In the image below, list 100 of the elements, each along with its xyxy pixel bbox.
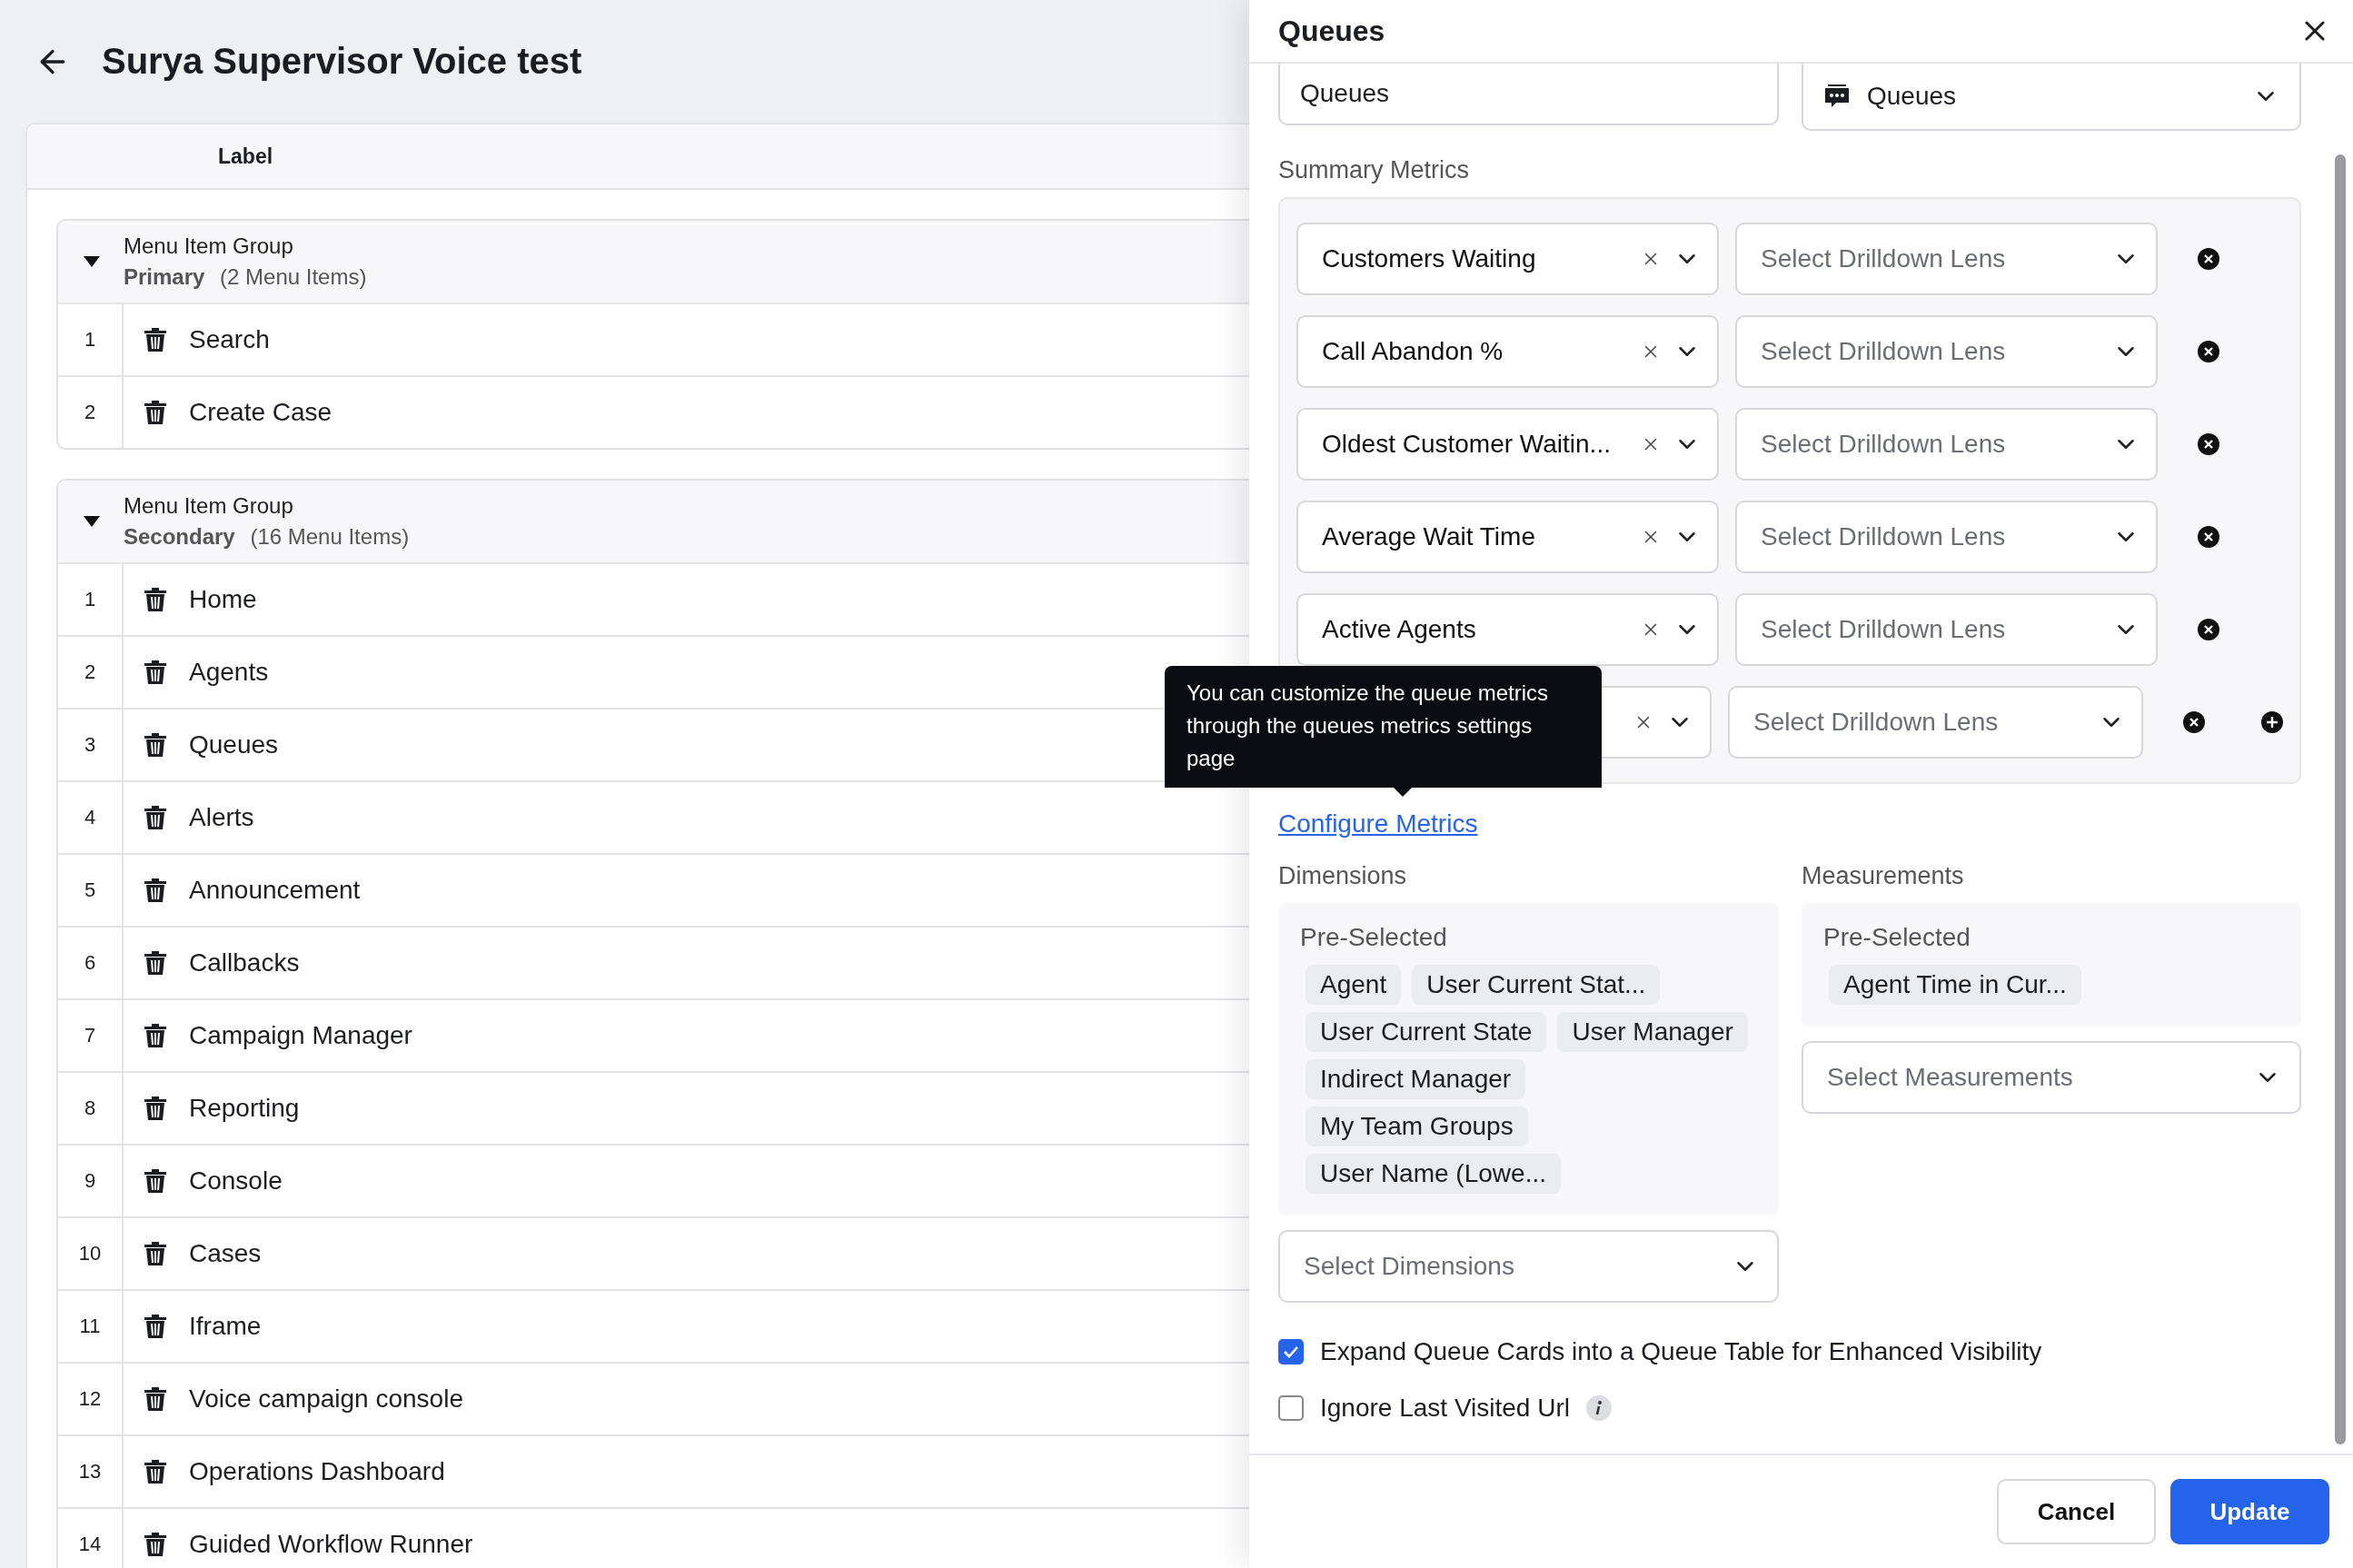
drilldown-select[interactable]: Select Drilldown Lens: [1728, 686, 2143, 759]
section-label: Measurements: [1802, 862, 1965, 890]
trash-icon[interactable]: [144, 878, 167, 903]
remove-icon[interactable]: [2198, 341, 2219, 362]
remove-icon[interactable]: [2183, 711, 2205, 733]
menu-item-label: Create Case: [189, 398, 333, 427]
checkbox[interactable]: [1278, 1339, 1304, 1365]
drawer-title: Queues: [1278, 14, 1385, 48]
trash-icon[interactable]: [144, 1314, 167, 1339]
trash-icon[interactable]: [144, 1459, 167, 1484]
panel-title: Pre-Selected: [1300, 923, 1448, 952]
row-number: 14: [58, 1509, 124, 1568]
row-number: 2: [58, 377, 124, 448]
menu-item-label: Campaign Manager: [189, 1021, 412, 1050]
trash-icon[interactable]: [144, 1241, 167, 1266]
add-icon[interactable]: [2261, 711, 2283, 733]
tag: Agent Time in Cur...: [1829, 965, 2081, 1005]
trash-icon[interactable]: [144, 1532, 167, 1557]
trash-icon[interactable]: [144, 587, 167, 612]
chat-icon: [1823, 84, 1851, 109]
cancel-button[interactable]: Cancel: [1997, 1479, 2156, 1544]
menu-item-label: Home: [189, 585, 257, 614]
column-header: Label: [218, 144, 273, 169]
metric-select[interactable]: Oldest Customer Waitin...: [1296, 408, 1719, 481]
panel-title: Pre-Selected: [1823, 923, 1971, 952]
menu-item-label: Iframe: [189, 1312, 262, 1341]
checkbox-label: Ignore Last Visited Url: [1320, 1394, 1570, 1423]
update-button[interactable]: Update: [2170, 1479, 2329, 1544]
label-input[interactable]: Queues: [1278, 64, 1779, 125]
menu-item-label: Search: [189, 325, 270, 354]
row-number: 3: [58, 710, 124, 780]
menu-item-label: Cases: [189, 1239, 262, 1268]
tag: My Team Groups: [1306, 1107, 1528, 1146]
row-number: 1: [58, 304, 124, 375]
page-title: Surya Supervisor Voice test: [102, 41, 582, 82]
drilldown-select[interactable]: Select Drilldown Lens: [1735, 315, 2158, 388]
trash-icon[interactable]: [144, 660, 167, 685]
group-kind: Menu Item Group: [124, 233, 294, 259]
menu-item-label: Operations Dashboard: [189, 1457, 445, 1486]
menu-item-label: Reporting: [189, 1094, 300, 1123]
row-number: 13: [58, 1436, 124, 1507]
trash-icon[interactable]: [144, 805, 167, 830]
info-icon[interactable]: [1585, 1395, 1612, 1421]
trash-icon[interactable]: [144, 1386, 167, 1412]
menu-item-label: Voice campaign console: [189, 1384, 463, 1414]
metric-select[interactable]: Active Agents: [1296, 593, 1719, 666]
section-label: Dimensions: [1278, 862, 1408, 890]
drilldown-select[interactable]: Select Drilldown Lens: [1735, 408, 2158, 481]
drilldown-select[interactable]: Select Drilldown Lens: [1735, 593, 2158, 666]
remove-icon[interactable]: [2198, 433, 2219, 455]
metric-select[interactable]: Average Wait Time: [1296, 501, 1719, 573]
trash-icon[interactable]: [144, 400, 167, 425]
checkmark-icon: [1283, 1345, 1299, 1358]
metric-select[interactable]: Customers Waiting: [1296, 223, 1719, 295]
trash-icon[interactable]: [144, 950, 167, 976]
row-number: 1: [58, 564, 124, 635]
menu-item-label: Guided Workflow Runner: [189, 1530, 473, 1559]
checkbox[interactable]: [1278, 1395, 1304, 1421]
menu-item-label: Announcement: [189, 876, 361, 905]
configure-metrics-link[interactable]: Configure Metrics: [1278, 809, 1478, 838]
menu-item-label: Alerts: [189, 803, 254, 832]
remove-icon[interactable]: [2198, 526, 2219, 548]
drilldown-select[interactable]: Select Drilldown Lens: [1735, 501, 2158, 573]
remove-icon[interactable]: [2198, 248, 2219, 270]
row-number: 2: [58, 637, 124, 708]
drilldown-select[interactable]: Select Drilldown Lens: [1735, 223, 2158, 295]
group-name: Secondary (16 Menu Items): [124, 524, 410, 550]
tag: Agent: [1306, 965, 1402, 1005]
row-number: 10: [58, 1218, 124, 1289]
scrollbar[interactable]: [2335, 154, 2346, 1444]
row-number: 5: [58, 855, 124, 926]
tag: Indirect Manager: [1306, 1059, 1526, 1099]
tag: User Current State: [1306, 1012, 1547, 1052]
group-name: Primary (2 Menu Items): [124, 264, 367, 290]
trash-icon[interactable]: [144, 732, 167, 758]
trash-icon[interactable]: [144, 327, 167, 352]
select-field[interactable]: Select Dimensions: [1278, 1230, 1779, 1303]
group-kind: Menu Item Group: [124, 493, 294, 519]
tag: User Current Stat...: [1412, 965, 1661, 1005]
remove-icon[interactable]: [2198, 619, 2219, 640]
trash-icon[interactable]: [144, 1023, 167, 1048]
checkbox-label: Expand Queue Cards into a Queue Table for Enhanced Visibility: [1320, 1337, 2042, 1366]
tag: User Name (Lowe...: [1306, 1154, 1561, 1194]
trash-icon[interactable]: [144, 1096, 167, 1121]
row-number: 7: [58, 1000, 124, 1071]
row-number: 12: [58, 1364, 124, 1434]
trash-icon[interactable]: [144, 1168, 167, 1194]
caret-icon[interactable]: [84, 516, 100, 527]
row-number: 6: [58, 928, 124, 998]
tag: User Manager: [1557, 1012, 1748, 1052]
caret-icon[interactable]: [84, 256, 100, 267]
menu-item-label: Console: [189, 1166, 283, 1196]
row-number: 8: [58, 1073, 124, 1144]
select-field[interactable]: Select Measurements: [1802, 1041, 2301, 1114]
row-number: 9: [58, 1146, 124, 1216]
icon-select[interactable]: Queues: [1802, 64, 2301, 131]
menu-item-label: Agents: [189, 658, 269, 687]
metric-select[interactable]: Call Abandon %: [1296, 315, 1719, 388]
section-label: Summary Metrics: [1278, 156, 1470, 184]
menu-item-label: Queues: [189, 730, 279, 759]
